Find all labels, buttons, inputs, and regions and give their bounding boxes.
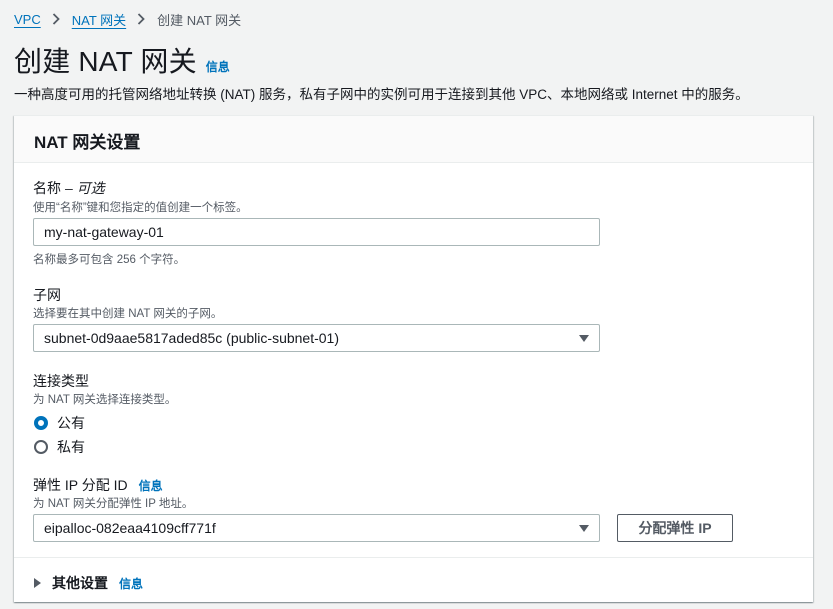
breadcrumb-nat-gateways[interactable]: NAT 网关 — [72, 10, 126, 29]
panel-title: NAT 网关设置 — [34, 133, 141, 152]
chevron-right-icon — [137, 13, 145, 25]
panel-header: NAT 网关设置 — [14, 116, 813, 163]
connectivity-label-text: 连接类型 — [33, 373, 89, 389]
eip-select[interactable]: eipalloc-082eaa4109cff771f — [33, 514, 600, 542]
eip-info-link[interactable]: 信息 — [139, 477, 163, 494]
divider — [14, 557, 813, 558]
name-constraint: 名称最多可包含 256 个字符。 — [33, 254, 186, 266]
page-info-link[interactable]: 信息 — [206, 58, 230, 75]
additional-settings-expander[interactable]: 其他设置 信息 — [34, 573, 143, 593]
page-header: 创建 NAT 网关 信息 — [14, 40, 230, 80]
name-label: 名称 – 可选 — [33, 178, 105, 198]
name-input[interactable] — [33, 218, 600, 246]
radio-public[interactable]: 公有 — [34, 413, 85, 433]
name-description: 使用“名称”键和您指定的值创建一个标签。 — [33, 202, 248, 214]
name-label-text: 名称 — [33, 180, 61, 196]
radio-private-control[interactable] — [34, 440, 48, 454]
connectivity-label: 连接类型 — [33, 371, 89, 391]
radio-public-label: 公有 — [57, 415, 85, 431]
radio-private[interactable]: 私有 — [34, 437, 85, 457]
subnet-label-text: 子网 — [33, 287, 61, 303]
chevron-right-icon — [52, 13, 60, 25]
additional-info-link[interactable]: 信息 — [119, 575, 143, 592]
caret-down-icon — [579, 525, 589, 532]
eip-description: 为 NAT 网关分配弹性 IP 地址。 — [33, 498, 194, 510]
subnet-label: 子网 — [33, 285, 61, 305]
eip-label: 弹性 IP 分配 ID 信息 — [33, 475, 163, 495]
radio-public-control[interactable] — [34, 416, 48, 430]
optional-tag: – 可选 — [65, 180, 105, 196]
radio-private-label: 私有 — [57, 439, 85, 455]
eip-selected-value: eipalloc-082eaa4109cff771f — [44, 520, 216, 536]
additional-settings-label: 其他设置 — [52, 575, 108, 591]
page-description: 一种高度可用的托管网络地址转换 (NAT) 服务，私有子网中的实例可用于连接到其… — [14, 87, 749, 102]
breadcrumb-current: 创建 NAT 网关 — [157, 12, 242, 28]
breadcrumb: VPC NAT 网关 创建 NAT 网关 — [14, 10, 241, 28]
subnet-select[interactable]: subnet-0d9aae5817aded85c (public-subnet-… — [33, 324, 600, 352]
eip-label-text: 弹性 IP 分配 ID — [33, 477, 128, 493]
connectivity-description: 为 NAT 网关选择连接类型。 — [33, 394, 177, 406]
breadcrumb-vpc[interactable]: VPC — [14, 12, 41, 27]
subnet-description: 选择要在其中创建 NAT 网关的子网。 — [33, 308, 223, 320]
caret-down-icon — [579, 335, 589, 342]
page-title: 创建 NAT 网关 — [14, 46, 197, 77]
caret-right-icon — [34, 578, 41, 588]
nat-gateway-settings-panel: NAT 网关设置 名称 – 可选 使用“名称”键和您指定的值创建一个标签。 名称… — [14, 115, 813, 602]
subnet-selected-value: subnet-0d9aae5817aded85c (public-subnet-… — [44, 330, 339, 346]
allocate-eip-button[interactable]: 分配弹性 IP — [617, 514, 733, 542]
